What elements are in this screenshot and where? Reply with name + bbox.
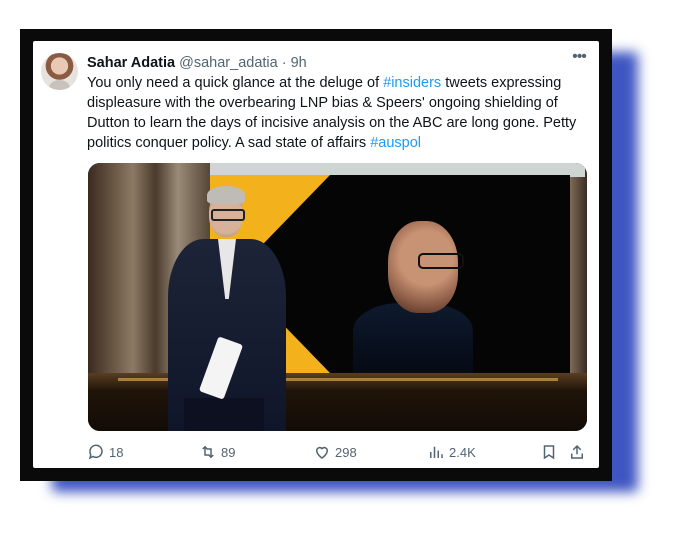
- retweet-icon: [202, 445, 214, 459]
- presenter-hair: [207, 186, 245, 204]
- tweet-media-image[interactable]: [88, 163, 587, 431]
- reply-count: 18: [109, 444, 124, 460]
- studio-floor: [88, 373, 587, 431]
- presenter-legs: [184, 398, 264, 431]
- views-chart-icon: [430, 446, 443, 458]
- tweet-text: You only need a quick glance at the delu…: [87, 73, 587, 153]
- bookmark-button[interactable]: [540, 441, 558, 463]
- author-name[interactable]: Sahar Adatia: [87, 55, 175, 71]
- presenter-glasses: [211, 209, 245, 221]
- views-count: 2.4K: [449, 444, 476, 460]
- hashtag-insiders[interactable]: #insiders: [383, 75, 441, 91]
- retweet-count: 89: [221, 444, 236, 460]
- views-button[interactable]: 2.4K: [427, 441, 476, 463]
- screen-person-glasses: [418, 253, 464, 269]
- author-handle[interactable]: @sahar_adatia: [179, 55, 278, 71]
- like-button[interactable]: 298: [313, 441, 357, 463]
- avatar[interactable]: [41, 53, 78, 90]
- heart-icon: [315, 446, 329, 459]
- share-icon: [571, 444, 583, 459]
- reply-button[interactable]: 18: [87, 441, 123, 463]
- share-button[interactable]: [568, 441, 586, 463]
- retweet-button[interactable]: 89: [199, 441, 235, 463]
- separator: ·: [281, 55, 287, 71]
- reply-icon: [88, 444, 103, 460]
- tweet-card[interactable]: Sahar Adatia @sahar_adatia · 9h ••• You …: [33, 41, 599, 468]
- hashtag-auspol[interactable]: #auspol: [370, 135, 421, 151]
- screen-person-body: [353, 303, 473, 373]
- like-count: 298: [335, 444, 357, 460]
- bookmark-icon: [543, 445, 555, 460]
- tweet-actions: 18 89 298 2.4K: [87, 441, 587, 463]
- more-icon[interactable]: •••: [569, 49, 589, 67]
- tweet-header: Sahar Adatia @sahar_adatia · 9h: [87, 53, 589, 73]
- timestamp[interactable]: 9h: [291, 55, 307, 71]
- tweet-text-part1: You only need a quick glance at the delu…: [87, 75, 384, 91]
